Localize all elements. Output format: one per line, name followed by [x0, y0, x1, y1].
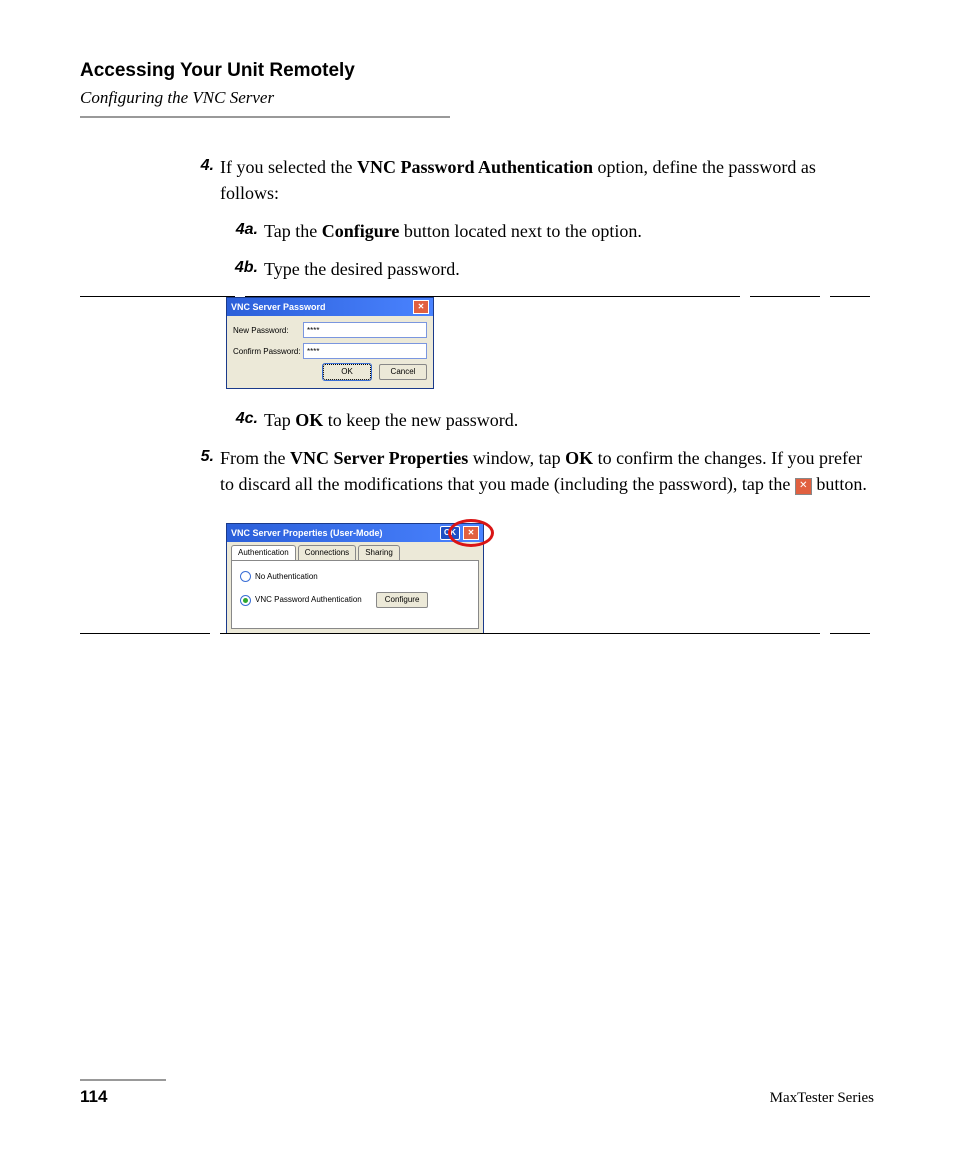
close-icon[interactable]: ✕: [413, 300, 429, 314]
page-footer: 114 MaxTester Series: [80, 1079, 874, 1107]
dialog-title: VNC Server Properties (User-Mode): [231, 527, 383, 540]
step-text: Type the desired password.: [264, 256, 874, 282]
radio-icon: [240, 595, 251, 606]
header-title: Accessing Your Unit Remotely: [80, 60, 874, 82]
new-password-input[interactable]: ****: [303, 322, 427, 338]
step-text: Tap OK to keep the new password.: [264, 407, 874, 433]
titlebar-ok-button[interactable]: OK: [440, 526, 460, 540]
step-4a: 4a. Tap the Configure button located nex…: [214, 218, 874, 244]
dialog-titlebar: VNC Server Properties (User-Mode) OK ✕: [227, 524, 483, 542]
series-name: MaxTester Series: [770, 1090, 874, 1107]
radio-label: VNC Password Authentication: [255, 594, 362, 606]
configure-button[interactable]: Configure: [376, 592, 429, 608]
close-icon: ✕: [795, 478, 812, 495]
step-number: 4b.: [214, 256, 264, 282]
tab-sharing[interactable]: Sharing: [358, 545, 400, 560]
tab-connections[interactable]: Connections: [298, 545, 356, 560]
tab-authentication[interactable]: Authentication: [231, 545, 296, 560]
radio-icon: [240, 571, 251, 582]
radio-vnc-password-authentication[interactable]: VNC Password Authentication Configure: [240, 592, 470, 608]
step-text: From the VNC Server Properties window, t…: [220, 445, 874, 497]
step-number: 4a.: [214, 218, 264, 244]
vnc-password-dialog: VNC Server Password ✕ New Password: ****…: [226, 297, 434, 389]
radio-no-authentication[interactable]: No Authentication: [240, 571, 470, 583]
vnc-properties-dialog: VNC Server Properties (User-Mode) OK ✕ A…: [226, 523, 484, 634]
step-number: 4.: [180, 154, 220, 206]
cancel-button[interactable]: Cancel: [379, 364, 427, 380]
step-5: 5. From the VNC Server Properties window…: [180, 445, 874, 497]
dialog-title: VNC Server Password: [231, 301, 326, 314]
step-4b: 4b. Type the desired password.: [214, 256, 874, 282]
tab-strip: Authentication Connections Sharing: [227, 542, 483, 560]
step-4c: 4c. Tap OK to keep the new password.: [214, 407, 874, 433]
step-text: Tap the Configure button located next to…: [264, 218, 874, 244]
figure-vnc-password-dialog: VNC Server Password ✕ New Password: ****…: [180, 296, 874, 389]
header-subtitle: Configuring the VNC Server: [80, 88, 874, 108]
close-icon[interactable]: ✕: [463, 526, 479, 540]
step-4: 4. If you selected the VNC Password Auth…: [180, 154, 874, 206]
step-number: 5.: [180, 445, 220, 497]
tab-panel-authentication: No Authentication VNC Password Authentic…: [231, 560, 479, 629]
crop-rule-top: [80, 296, 870, 297]
page-header: Accessing Your Unit Remotely Configuring…: [80, 60, 874, 118]
dialog-titlebar: VNC Server Password ✕: [227, 298, 433, 316]
confirm-password-label: Confirm Password:: [233, 346, 303, 358]
step-text: If you selected the VNC Password Authent…: [220, 154, 874, 206]
new-password-label: New Password:: [233, 325, 303, 337]
confirm-password-input[interactable]: ****: [303, 343, 427, 359]
crop-rule-bottom: [80, 633, 870, 634]
ok-button[interactable]: OK: [323, 364, 371, 380]
header-rule: [80, 116, 450, 118]
page-number: 114: [80, 1087, 107, 1107]
figure-vnc-properties-window: VNC Server Properties (User-Mode) OK ✕ A…: [180, 523, 874, 634]
footer-rule: [80, 1079, 166, 1081]
radio-label: No Authentication: [255, 571, 318, 583]
step-number: 4c.: [214, 407, 264, 433]
